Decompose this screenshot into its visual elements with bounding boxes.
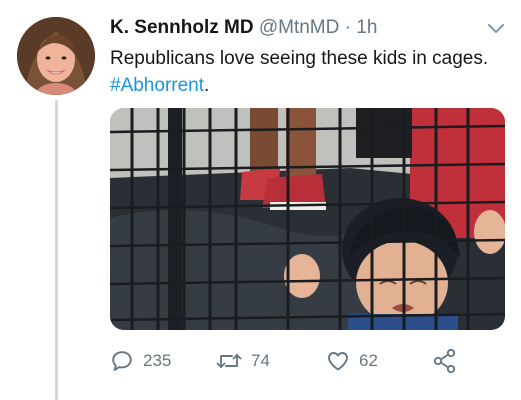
tweet-text: Republicans love seeing these kids in ca… <box>110 45 510 99</box>
like-count: 62 <box>359 351 378 370</box>
retweet-button[interactable]: 74 <box>216 345 270 377</box>
retweet-count: 74 <box>251 351 270 370</box>
reply-button[interactable]: 235 <box>110 345 171 377</box>
avatar-photo <box>17 17 95 95</box>
tweet-header: K. Sennholz MD @MtnMD · 1h <box>110 16 377 40</box>
tweet-body: Republicans love seeing these kids in ca… <box>110 48 489 69</box>
share-nodes-icon <box>433 348 456 374</box>
tweet-image[interactable] <box>110 108 505 330</box>
timestamp[interactable]: 1h <box>356 17 377 38</box>
tweet-photo <box>110 108 505 330</box>
like-button[interactable]: 62 <box>326 345 378 377</box>
tweet-trailing: . <box>204 75 210 96</box>
reply-count: 235 <box>143 351 172 370</box>
heart-icon <box>328 352 348 371</box>
thread-line <box>55 100 58 400</box>
speech-bubble-icon <box>112 351 132 371</box>
tweet-actions: 235 74 62 <box>110 345 505 377</box>
separator-dot: · <box>344 17 351 38</box>
chevron-down-icon[interactable] <box>486 22 506 36</box>
user-handle[interactable]: @MtnMD <box>259 17 340 38</box>
hashtag-link[interactable]: #Abhorrent <box>110 75 204 96</box>
display-name[interactable]: K. Sennholz MD <box>110 17 254 38</box>
retweet-arrows-icon <box>216 354 242 368</box>
avatar[interactable] <box>17 17 95 95</box>
share-button[interactable] <box>432 345 467 377</box>
